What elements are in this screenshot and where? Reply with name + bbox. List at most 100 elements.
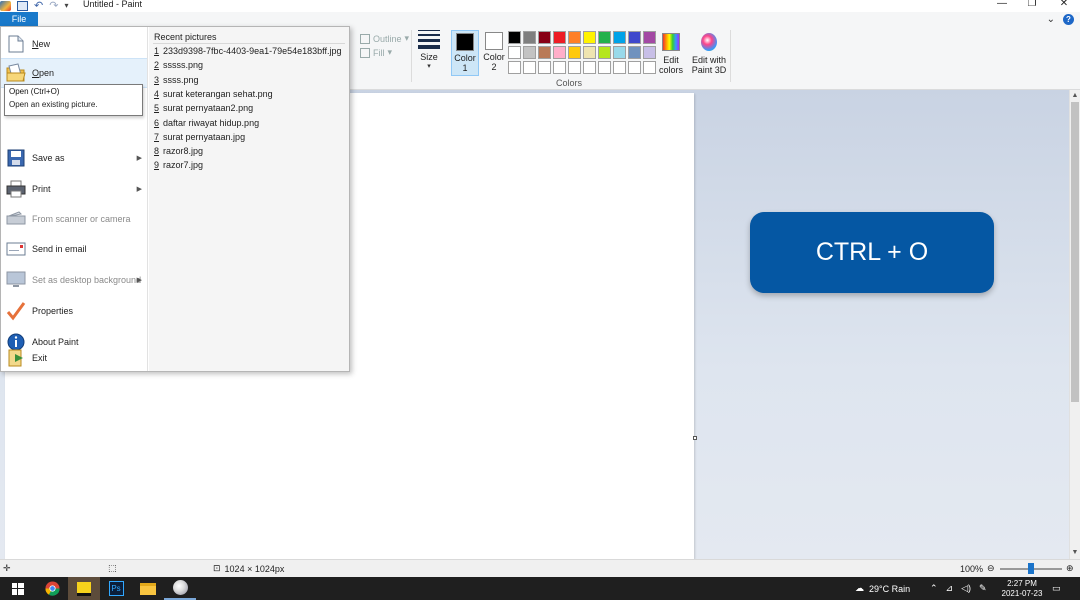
menu-item-desktop-background[interactable]: Set as desktop background ▶ — [1, 265, 147, 295]
collapse-ribbon-icon[interactable]: ⌄ — [1047, 14, 1055, 25]
palette-swatch[interactable] — [508, 61, 521, 74]
label-rest: pen — [39, 68, 55, 78]
recent-picture-item[interactable]: 5 surat pernyataan2.png — [154, 101, 253, 115]
color1-button[interactable]: Color 1 — [451, 30, 479, 76]
minimize-button[interactable]: — — [986, 0, 1018, 10]
save-as-icon — [5, 147, 27, 169]
palette-swatch[interactable] — [628, 61, 641, 74]
recent-picture-item[interactable]: 3 ssss.png — [154, 73, 199, 87]
sticky-notes-icon[interactable] — [68, 577, 100, 600]
recent-picture-item[interactable]: 6 daftar riwayat hidup.png — [154, 116, 259, 130]
palette-swatch[interactable] — [643, 46, 656, 59]
notification-icon[interactable]: ▭ — [1052, 577, 1061, 600]
palette-swatch[interactable] — [508, 31, 521, 44]
palette-swatch[interactable] — [538, 31, 551, 44]
colors-group-label: Colors — [556, 78, 583, 88]
edit-colors-button[interactable]: Edit colors — [656, 31, 686, 75]
fill-button[interactable]: Fill ▾ — [360, 47, 392, 58]
menu-item-exit[interactable]: Exit — [1, 349, 147, 371]
recent-picture-item[interactable]: 7 surat pernyataan.jpg — [154, 130, 245, 144]
volume-icon[interactable]: ◁) — [961, 583, 971, 594]
zoom-in-icon[interactable]: ⊕ — [1066, 563, 1074, 574]
redo-icon[interactable]: ↷ — [49, 1, 58, 12]
edit-with-paint3d-button[interactable]: Edit with Paint 3D — [691, 31, 727, 75]
recent-picture-item[interactable]: 9 razor7.jpg — [154, 158, 203, 172]
file-menu: New Open Save as ▶ Print ▶ From scanner … — [0, 26, 350, 372]
zoom-out-icon[interactable]: ⊖ — [987, 563, 995, 574]
menu-label-exit: Exit — [32, 352, 48, 363]
recent-pictures-heading: Recent pictures — [154, 32, 217, 42]
palette-swatch[interactable] — [598, 61, 611, 74]
palette-swatch[interactable] — [583, 61, 596, 74]
recent-picture-item[interactable]: 2 sssss.png — [154, 58, 203, 72]
recent-picture-item[interactable]: 8 razor8.jpg — [154, 144, 203, 158]
chevron-up-icon[interactable]: ⌃ — [930, 583, 938, 594]
weather-widget[interactable]: ☁ 29°C Rain — [855, 577, 910, 600]
palette-swatch[interactable] — [628, 46, 641, 59]
palette-swatch[interactable] — [598, 46, 611, 59]
palette-swatch[interactable] — [568, 46, 581, 59]
chrome-icon[interactable] — [36, 577, 68, 600]
zoom-controls: 100% ⊖ — [960, 563, 995, 574]
scroll-up-icon[interactable]: ▲ — [1070, 90, 1080, 102]
color2-button[interactable]: Color 2 — [480, 30, 508, 76]
file-tab[interactable]: File — [0, 12, 38, 26]
recent-item-filename: sssss.png — [163, 60, 204, 71]
palette-swatch[interactable] — [598, 31, 611, 44]
recent-item-filename: surat pernyataan.jpg — [163, 131, 246, 142]
paint-taskbar-icon[interactable] — [164, 577, 196, 600]
palette-swatch[interactable] — [523, 31, 536, 44]
color2-number: 2 — [491, 62, 497, 72]
palette-swatch[interactable] — [523, 46, 536, 59]
status-bar: ✛ ⬚ ⊡ 1024 × 1024px 100% ⊖ ⊕ — [0, 559, 1080, 577]
menu-item-new[interactable]: New — [1, 29, 147, 59]
vertical-scrollbar[interactable]: ▲ ▼ — [1069, 90, 1080, 559]
palette-swatch[interactable] — [568, 31, 581, 44]
palette-swatch[interactable] — [538, 61, 551, 74]
recent-picture-item[interactable]: 4 surat keterangan sehat.png — [154, 87, 273, 101]
help-icon[interactable]: ? — [1063, 14, 1074, 25]
size-button[interactable]: Size ▾ — [416, 30, 442, 76]
palette-swatch[interactable] — [628, 31, 641, 44]
menu-item-email[interactable]: Send in email — [1, 234, 147, 264]
palette-swatch[interactable] — [583, 31, 596, 44]
palette-swatch[interactable] — [538, 46, 551, 59]
email-icon — [5, 238, 27, 260]
file-explorer-icon[interactable] — [132, 577, 164, 600]
palette-swatch[interactable] — [508, 46, 521, 59]
maximize-button[interactable]: ❐ — [1016, 0, 1048, 10]
windows-start-icon[interactable] — [2, 577, 34, 600]
palette-swatch[interactable] — [643, 61, 656, 74]
palette-swatch[interactable] — [583, 46, 596, 59]
palette-swatch[interactable] — [553, 46, 566, 59]
palette-swatch[interactable] — [613, 46, 626, 59]
palette-swatch[interactable] — [613, 31, 626, 44]
photoshop-icon[interactable]: Ps — [100, 577, 132, 600]
scroll-down-icon[interactable]: ▼ — [1070, 547, 1080, 559]
menu-item-print[interactable]: Print ▶ — [1, 174, 147, 204]
scrollbar-thumb[interactable] — [1071, 102, 1079, 402]
menu-item-scanner[interactable]: From scanner or camera — [1, 204, 147, 234]
selection-size: ⬚ — [108, 563, 117, 574]
palette-swatch[interactable] — [643, 31, 656, 44]
canvas-resize-handle[interactable] — [693, 436, 697, 440]
outline-button[interactable]: Outline ▾ — [360, 33, 409, 44]
clock[interactable]: 2:27 PM 2021-07-23 — [1000, 579, 1044, 599]
palette-swatch[interactable] — [613, 61, 626, 74]
palette-swatch[interactable] — [523, 61, 536, 74]
zoom-slider-thumb[interactable] — [1028, 563, 1034, 574]
paint-app-icon[interactable] — [0, 1, 11, 11]
palette-swatch[interactable] — [553, 61, 566, 74]
palette-swatch[interactable] — [568, 61, 581, 74]
recent-picture-item[interactable]: 1 233d9398-7fbc-4403-9ea1-79e54e183bff.jp… — [154, 44, 342, 58]
undo-icon[interactable]: ↶ — [34, 1, 43, 12]
network-icon[interactable]: ⊿ — [946, 583, 954, 594]
customize-toolbar-icon[interactable]: ▾ — [64, 1, 68, 11]
checkmark-icon — [5, 300, 27, 322]
close-button[interactable]: ✕ — [1048, 0, 1080, 10]
save-icon[interactable] — [17, 1, 28, 11]
palette-swatch[interactable] — [553, 31, 566, 44]
menu-item-properties[interactable]: Properties — [1, 296, 147, 326]
menu-item-save-as[interactable]: Save as ▶ — [1, 143, 147, 173]
pen-icon[interactable]: ✎ — [979, 583, 987, 594]
